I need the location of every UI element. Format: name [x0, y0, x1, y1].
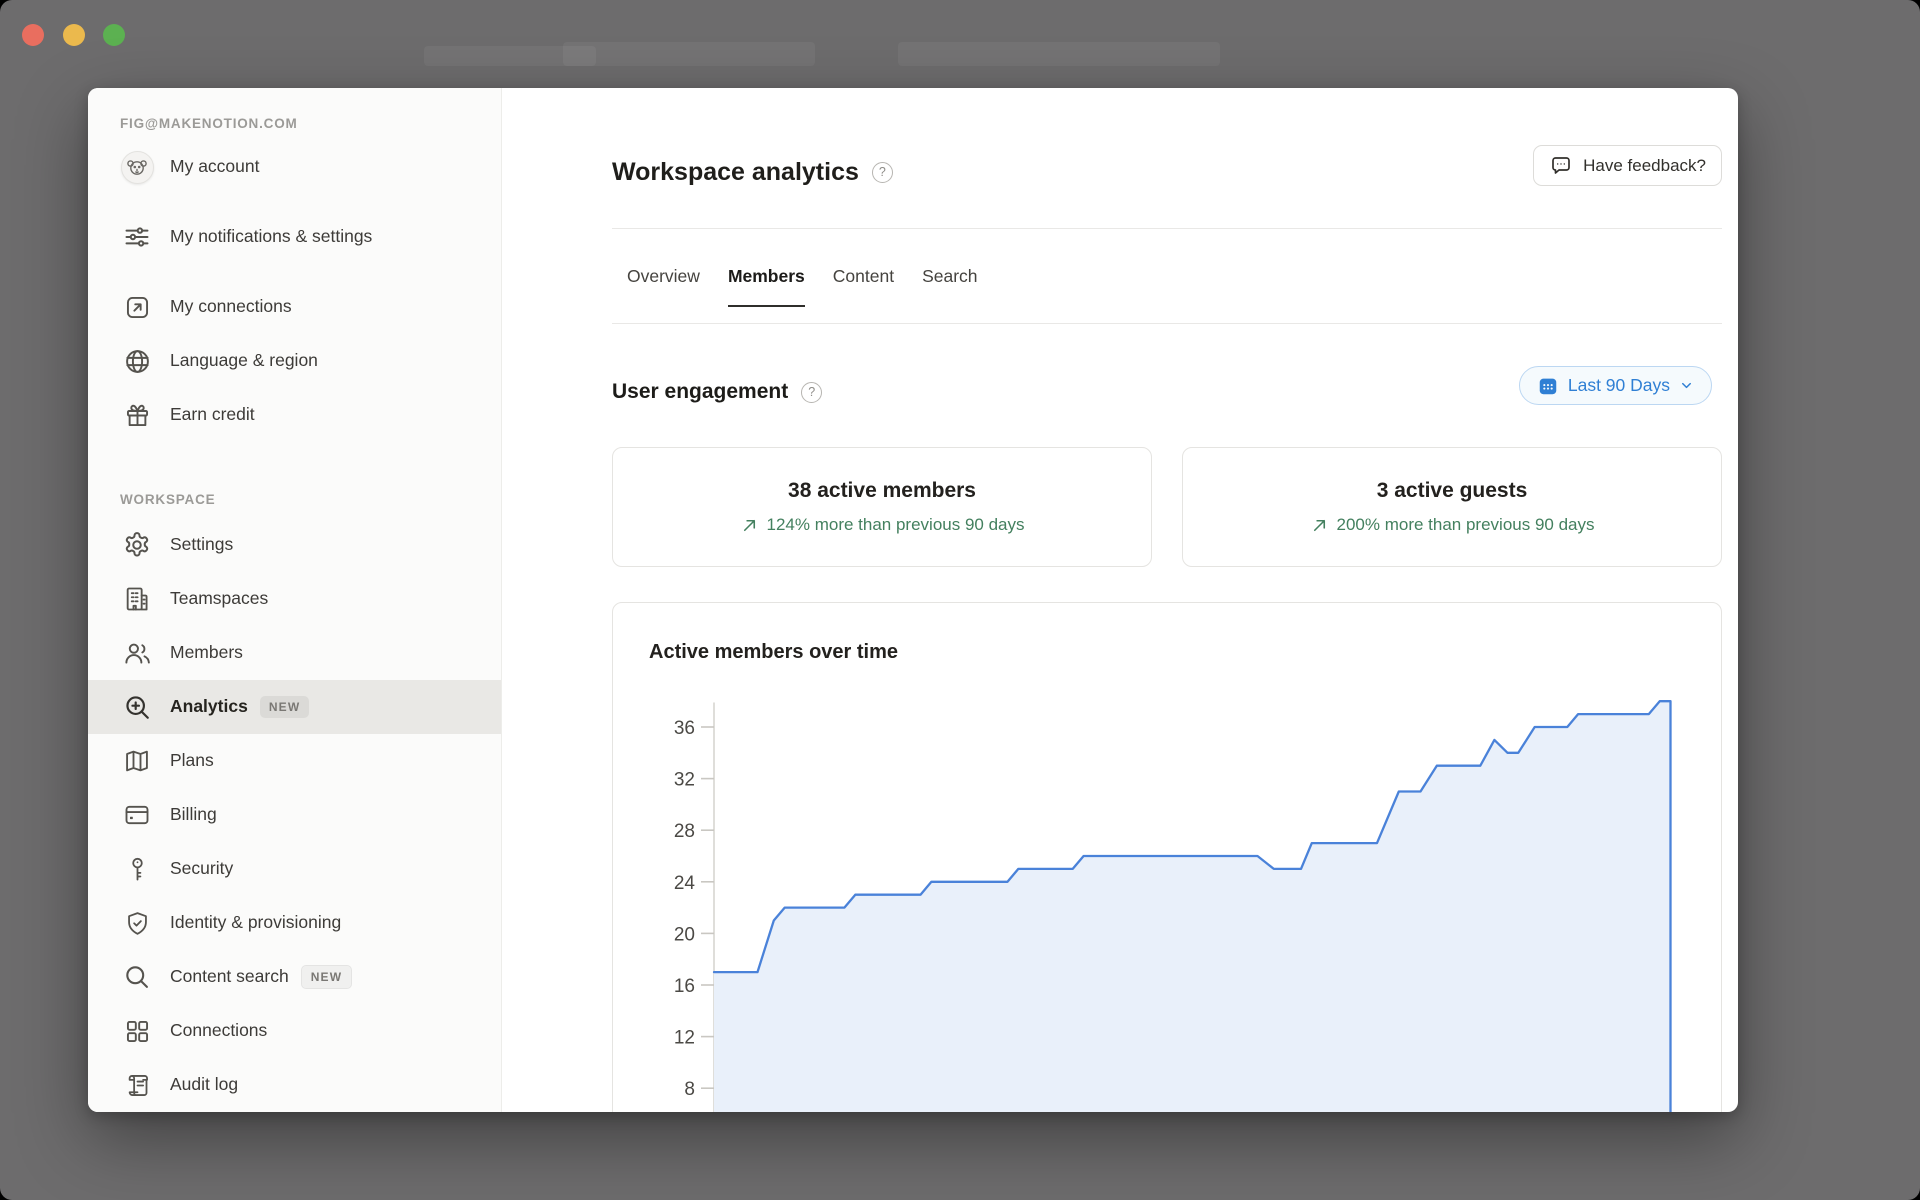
trend-up-icon: [1313, 519, 1325, 531]
background-ui-ghost: [898, 42, 1220, 66]
sidebar-item-label: Earn credit: [170, 404, 255, 425]
sidebar-item-notifications-settings[interactable]: My notifications & settings: [88, 194, 501, 280]
feedback-button-label: Have feedback?: [1583, 155, 1706, 175]
sidebar-item-label: Audit log: [170, 1074, 239, 1095]
svg-text:32: 32: [674, 770, 695, 791]
analytics-main-panel: Workspace analytics Have feedback?: [502, 88, 1738, 1112]
sidebar-item-identity-provisioning[interactable]: Identity & provisioning: [88, 896, 501, 950]
active-members-chart-card: Active members over time 8 12 16 20 24 28 32 36: [612, 602, 1722, 1112]
new-badge: NEW: [259, 696, 310, 718]
zoom-in-icon: [120, 693, 154, 722]
header-divider: [612, 228, 1722, 229]
map-icon: [120, 747, 154, 775]
sidebar-item-teamspaces[interactable]: Teamspaces: [88, 572, 501, 626]
credit-card-icon: [120, 801, 154, 829]
sidebar-item-billing[interactable]: Billing: [88, 788, 501, 842]
scroll-icon: [120, 1072, 154, 1099]
sidebar-item-label: Connections: [170, 1020, 268, 1041]
svg-text:36: 36: [674, 718, 695, 739]
building-icon: [120, 585, 154, 613]
page-title: Workspace analytics: [612, 157, 859, 186]
workspace-heading: WORKSPACE: [120, 492, 216, 507]
sidebar-item-earn-credit[interactable]: Earn credit: [88, 388, 501, 442]
date-range-dropdown[interactable]: Last 90 Days: [1518, 366, 1712, 405]
sidebar-item-label: My connections: [170, 296, 292, 317]
sidebar-item-language-region[interactable]: Language & region: [88, 334, 501, 388]
sidebar-item-my-account[interactable]: My account: [88, 140, 501, 194]
background-ui-ghost: [563, 42, 815, 66]
active-members-card: 38 active members 124% more than previou…: [612, 447, 1152, 567]
arrow-up-right-square-icon: [120, 294, 154, 321]
active-members-change: 124% more than previous 90 days: [740, 515, 1025, 535]
traffic-light-minimize[interactable]: [63, 24, 85, 46]
shield-check-icon: [120, 910, 154, 937]
sidebar-item-label: My notifications & settings: [170, 226, 373, 247]
sidebar-item-label: Language & region: [170, 350, 318, 371]
sidebar-item-connections[interactable]: Connections: [88, 1004, 501, 1058]
svg-text:16: 16: [674, 976, 695, 997]
tab-content[interactable]: Content: [833, 266, 894, 307]
svg-text:24: 24: [674, 873, 696, 894]
svg-text:20: 20: [674, 924, 695, 945]
analytics-tabs: Overview Members Content Search: [627, 266, 978, 307]
traffic-light-close[interactable]: [22, 24, 44, 46]
sidebar-item-label: Members: [170, 642, 243, 663]
svg-text:8: 8: [684, 1079, 695, 1100]
tab-members[interactable]: Members: [727, 266, 805, 307]
gift-icon: [120, 402, 154, 429]
sidebar-item-label: Teamspaces: [170, 588, 269, 609]
sidebar-item-label: Billing: [170, 804, 217, 825]
sidebar-item-content-search[interactable]: Content search NEW: [88, 950, 501, 1004]
dimmed-app-backdrop: FIG@MAKENOTION.COM My account My notific…: [0, 0, 1920, 1200]
sidebar-item-label: My account: [170, 156, 260, 177]
account-email-heading: FIG@MAKENOTION.COM: [120, 116, 298, 131]
sidebar-item-security[interactable]: Security: [88, 842, 501, 896]
svg-text:12: 12: [674, 1028, 695, 1049]
help-icon[interactable]: [871, 161, 893, 183]
new-badge: NEW: [300, 965, 353, 989]
active-guests-value: 3 active guests: [1376, 479, 1528, 502]
active-guests-card: 3 active guests 200% more than previous …: [1182, 447, 1722, 567]
globe-icon: [120, 347, 154, 376]
sliders-icon: [120, 223, 154, 251]
grid-icon: [120, 1018, 154, 1045]
sidebar-item-label: Content search: [170, 966, 289, 987]
sidebar-item-label: Settings: [170, 534, 234, 555]
user-engagement-heading: User engagement: [612, 380, 789, 403]
sidebar-item-analytics[interactable]: Analytics NEW: [88, 680, 501, 734]
sidebar-item-label: Plans: [170, 750, 214, 771]
tab-search[interactable]: Search: [922, 266, 977, 307]
sidebar-item-label: Analytics: [170, 696, 248, 717]
active-guests-change: 200% more than previous 90 days: [1310, 515, 1595, 535]
active-members-area-chart: 8 12 16 20 24 28 32 36: [674, 700, 1672, 1112]
sidebar-item-members[interactable]: Members: [88, 626, 501, 680]
users-icon: [120, 639, 154, 668]
tabs-divider: [612, 323, 1722, 324]
settings-sidebar: FIG@MAKENOTION.COM My account My notific…: [88, 88, 502, 1112]
sidebar-item-label: Security: [170, 858, 234, 879]
calendar-icon: [1539, 378, 1557, 394]
search-icon: [120, 963, 154, 991]
chevron-down-icon: [1682, 382, 1691, 389]
sidebar-item-plans[interactable]: Plans: [88, 734, 501, 788]
sidebar-item-audit-log[interactable]: Audit log: [88, 1058, 501, 1112]
sidebar-item-my-connections[interactable]: My connections: [88, 280, 501, 334]
settings-modal: FIG@MAKENOTION.COM My account My notific…: [88, 88, 1738, 1112]
date-range-label: Last 90 Days: [1567, 375, 1670, 395]
gear-icon: [120, 530, 154, 560]
active-members-value: 38 active members: [788, 479, 976, 502]
have-feedback-button[interactable]: Have feedback?: [1533, 145, 1722, 186]
sidebar-item-settings[interactable]: Settings: [88, 518, 501, 572]
svg-text:28: 28: [674, 821, 695, 842]
avatar: [120, 150, 154, 184]
trend-up-icon: [743, 519, 755, 531]
tab-overview[interactable]: Overview: [627, 266, 700, 307]
help-icon[interactable]: [801, 381, 823, 403]
traffic-light-zoom[interactable]: [103, 24, 125, 46]
key-icon: [120, 856, 154, 883]
sidebar-item-label: Identity & provisioning: [170, 912, 342, 933]
feedback-bubble-icon: [1552, 156, 1570, 174]
